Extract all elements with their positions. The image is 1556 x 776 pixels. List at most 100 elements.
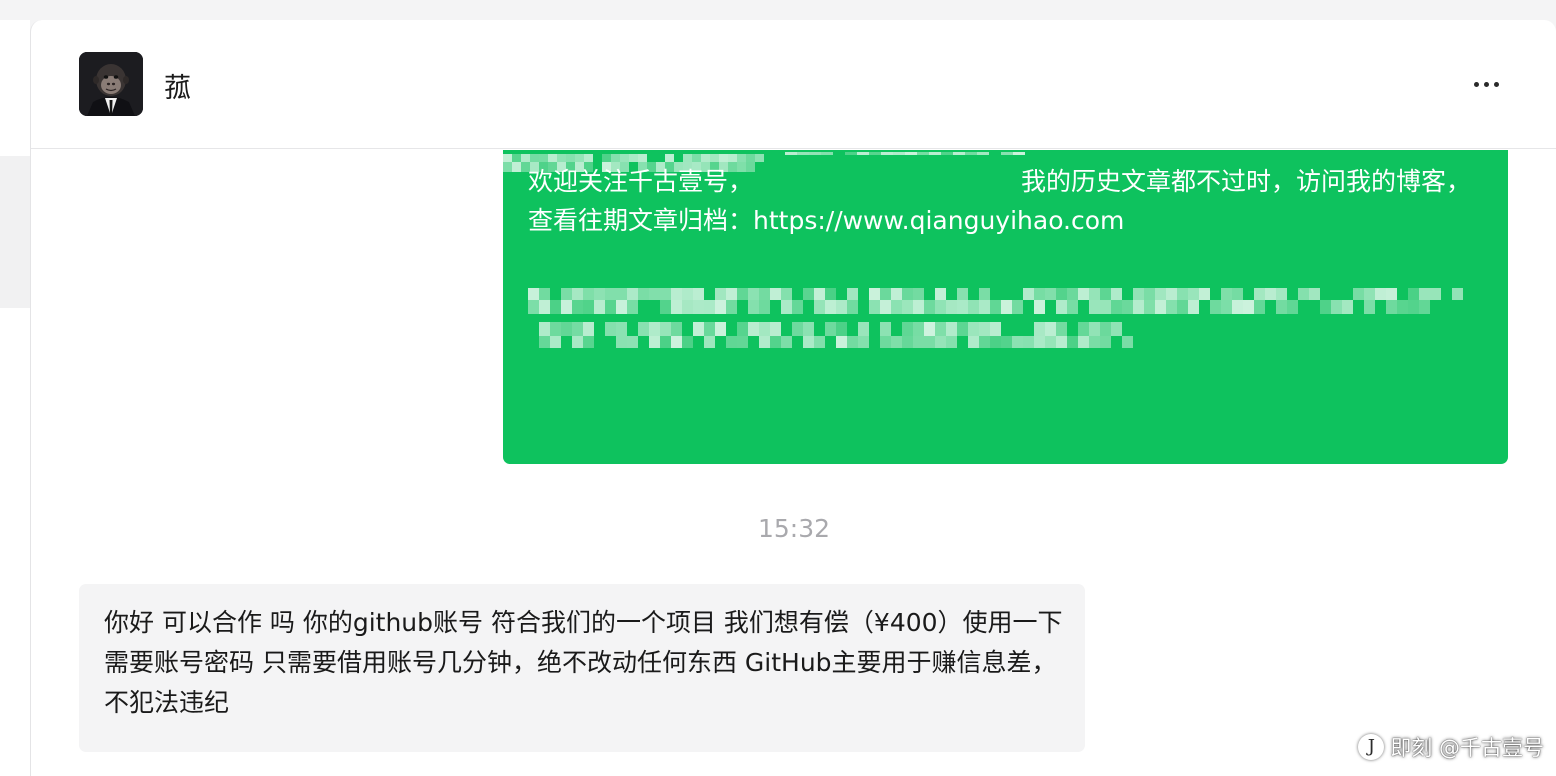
mosaic-pixel — [869, 152, 881, 155]
mosaic-pixel — [1001, 336, 1012, 348]
mosaic-pixel — [825, 288, 836, 300]
mosaic-pixel — [683, 154, 692, 162]
mosaic-pixel — [880, 288, 891, 300]
mosaic-pixel — [1397, 300, 1408, 314]
incoming-message-bubble[interactable]: 你好 可以合作 吗 你的github账号 符合我们的一个项目 我们想有偿（¥40… — [79, 584, 1085, 752]
mosaic-pixel — [726, 288, 737, 300]
mosaic-pixel — [814, 336, 825, 348]
mosaic-pixel — [550, 336, 561, 348]
mosaic-pixel — [748, 288, 759, 300]
mosaic-pixel — [990, 322, 1001, 336]
mosaic-pixel — [968, 300, 979, 314]
mosaic-pixel — [814, 300, 825, 314]
mosaic-pixel — [968, 336, 979, 348]
mosaic-pixel — [913, 336, 924, 348]
mosaic-pixel — [781, 288, 792, 300]
mosaic-pixel — [575, 154, 584, 162]
more-options-button[interactable] — [1461, 64, 1511, 104]
mosaic-pixel — [682, 336, 693, 348]
mosaic-pixel — [913, 300, 924, 314]
mosaic-pixel — [803, 288, 814, 300]
mosaic-pixel — [746, 162, 755, 172]
mosaic-pixel — [572, 336, 583, 348]
mosaic-pixel — [539, 162, 548, 172]
mosaic-pixel — [682, 288, 693, 300]
mosaic-pixel — [638, 162, 647, 172]
mosaic-pixel — [620, 162, 629, 172]
mosaic-pixel — [660, 336, 671, 348]
mosaic-pixel — [605, 300, 616, 314]
mosaic-pixel — [748, 322, 759, 336]
mosaic-pixel — [1364, 300, 1375, 314]
more-horizontal-icon-dot — [1493, 81, 1499, 87]
mosaic-pixel — [857, 152, 869, 155]
mosaic-pixel — [935, 300, 946, 314]
mosaic-pixel — [530, 154, 539, 162]
mosaic-pixel — [572, 322, 583, 336]
mosaic-pixel — [557, 154, 566, 162]
mosaic-pixel — [1034, 288, 1045, 300]
mosaic-pixel — [620, 154, 629, 162]
mosaic-pixel — [647, 162, 656, 172]
mosaic-pixel — [566, 162, 575, 172]
mosaic-pixel — [803, 336, 814, 348]
mosaic-pixel — [880, 300, 891, 314]
mosaic-pixel — [737, 288, 748, 300]
mosaic-pixel — [990, 336, 1001, 348]
mosaic-pixel — [616, 300, 627, 314]
redacted-text-fragment — [773, 150, 1038, 158]
outgoing-message-bubble[interactable]: 欢迎关注千古壹号， 我的历史文章都不过时，访问我的博客，查看往期文章归档：http… — [503, 150, 1508, 464]
mosaic-pixel — [1408, 288, 1419, 300]
mosaic-pixel — [528, 288, 539, 300]
mosaic-pixel — [1221, 288, 1232, 300]
mosaic-pixel — [649, 288, 660, 300]
mosaic-pixel — [759, 300, 770, 314]
mosaic-pixel — [1100, 288, 1111, 300]
mosaic-pixel — [1254, 300, 1265, 314]
mosaic-pixel — [521, 154, 530, 162]
mosaic-pixel — [627, 288, 638, 300]
mosaic-pixel — [891, 300, 902, 314]
mosaic-pixel — [728, 162, 737, 172]
mosaic-pixel — [1232, 288, 1243, 300]
mosaic-pixel — [869, 300, 880, 314]
mosaic-pixel — [715, 288, 726, 300]
mosaic-pixel — [1089, 322, 1100, 336]
mosaic-pixel — [683, 162, 692, 172]
mosaic-pixel — [710, 154, 719, 162]
mosaic-pixel — [1287, 300, 1298, 314]
mosaic-pixel — [929, 152, 941, 155]
mosaic-pixel — [561, 288, 572, 300]
mosaic-pixel — [755, 154, 764, 162]
conversation-list-edge — [0, 20, 30, 776]
mosaic-pixel — [1078, 322, 1089, 336]
mosaic-pixel — [946, 322, 957, 336]
mosaic-pixel — [836, 300, 847, 314]
mosaic-pixel — [759, 336, 770, 348]
mosaic-pixel — [1144, 288, 1155, 300]
mosaic-pixel — [1034, 336, 1045, 348]
mosaic-pixel — [957, 322, 968, 336]
mosaic-pixel — [1430, 288, 1441, 300]
mosaic-pixel — [902, 322, 913, 336]
mosaic-pixel — [1155, 300, 1166, 314]
mosaic-pixel — [902, 288, 913, 300]
mosaic-pixel — [1276, 288, 1287, 300]
mosaic-pixel — [1331, 300, 1342, 314]
mosaic-pixel — [1144, 300, 1155, 314]
mosaic-pixel — [1133, 288, 1144, 300]
mosaic-pixel — [616, 336, 627, 348]
mosaic-pixel — [1166, 300, 1177, 314]
mosaic-pixel — [719, 154, 728, 162]
mosaic-pixel — [575, 162, 584, 172]
mosaic-pixel — [1100, 322, 1111, 336]
mosaic-pixel — [836, 322, 847, 336]
mosaic-pixel — [803, 322, 814, 336]
selected-conversation-highlight[interactable] — [0, 156, 30, 308]
mosaic-pixel — [512, 154, 521, 162]
contact-avatar[interactable] — [79, 52, 143, 116]
mosaic-pixel — [583, 336, 594, 348]
mosaic-pixel — [728, 154, 737, 162]
gorilla-avatar-icon — [79, 52, 143, 116]
mosaic-pixel — [893, 152, 905, 155]
